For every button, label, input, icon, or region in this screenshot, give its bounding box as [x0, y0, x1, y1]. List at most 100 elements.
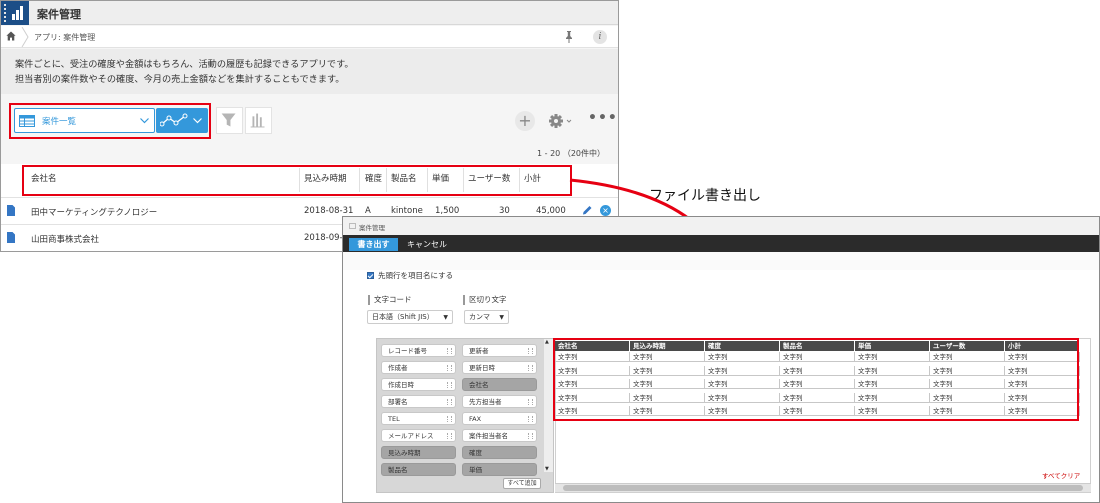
info-icon[interactable]: i: [593, 30, 607, 44]
add-all-button[interactable]: すべて追加: [503, 478, 541, 489]
field-button[interactable]: 確度: [462, 446, 537, 459]
caret-down-icon: ▼: [443, 314, 448, 321]
field-button[interactable]: 見込み時期: [381, 446, 456, 459]
field-button-label: FAX: [469, 415, 482, 423]
export-button[interactable]: 書き出す: [349, 238, 398, 251]
field-button[interactable]: メールアドレス: [381, 429, 456, 442]
delimiter-label: 区切り文字: [463, 295, 507, 305]
field-button[interactable]: 更新日時: [462, 361, 537, 374]
field-button-label: レコード番号: [388, 347, 427, 355]
document-icon[interactable]: [7, 205, 15, 216]
field-button-label: 先方担当者: [469, 398, 502, 406]
settings-button[interactable]: [548, 112, 574, 130]
drag-handle-icon[interactable]: [528, 365, 533, 371]
column-header-highlight: [22, 165, 572, 196]
field-button-label: 確度: [469, 449, 482, 457]
field-button[interactable]: 作成日時: [381, 378, 456, 391]
caret-down-icon: ▼: [499, 314, 504, 321]
field-button-label: メールアドレス: [388, 432, 434, 440]
cell-company: 山田商事株式会社: [31, 235, 100, 245]
field-button[interactable]: 作成者: [381, 361, 456, 374]
field-button[interactable]: 製品名: [381, 463, 456, 476]
drag-handle-icon[interactable]: [447, 433, 452, 439]
field-button[interactable]: 更新者: [462, 344, 537, 357]
app-icon: [1, 1, 29, 25]
filter-button[interactable]: [216, 107, 243, 134]
app-description: 案件ごとに、受注の確度や金額はもちろん、活動の履歴も記録できるアプリです。 担当…: [1, 49, 618, 94]
drag-handle-icon[interactable]: [528, 348, 533, 354]
pin-icon[interactable]: [564, 30, 574, 44]
grid-icon: [19, 115, 35, 127]
delimiter-value: カンマ: [469, 313, 490, 321]
drag-handle-icon[interactable]: [447, 365, 452, 371]
dialog-title: 案件管理: [359, 224, 385, 232]
home-icon[interactable]: [6, 31, 16, 41]
graph-button[interactable]: [245, 107, 272, 134]
more-icon[interactable]: •••: [588, 111, 617, 128]
drag-handle-icon[interactable]: [528, 416, 533, 422]
drag-handle-icon[interactable]: [528, 433, 533, 439]
field-button-label: 作成者: [388, 364, 408, 372]
field-button-label: 更新日時: [469, 364, 495, 372]
scroll-up-icon[interactable]: ▲: [545, 339, 549, 345]
field-button-label: 更新者: [469, 347, 489, 355]
cell-users: 30: [499, 206, 510, 216]
add-record-button[interactable]: +: [515, 111, 535, 131]
field-button-label: 部署名: [388, 398, 408, 406]
cancel-button[interactable]: キャンセル: [407, 239, 447, 250]
clear-all-link[interactable]: すべてクリア: [1042, 470, 1080, 480]
cell-product: kintone: [391, 206, 423, 216]
drag-handle-icon[interactable]: [447, 399, 452, 405]
app-window: 案件管理 アプリ: 案件管理 i 案件ごとに、受注の確度や金額はもちろん、活動の…: [0, 0, 619, 252]
pagination-info: 1 - 20 （20件中）: [537, 149, 605, 158]
charset-value: 日本語（Shift JIS）: [372, 313, 434, 321]
drag-handle-icon[interactable]: [447, 348, 452, 354]
export-dialog: 案件管理 書き出す キャンセル 先頭行を項目名にする 文字コード 日本語（Shi…: [342, 216, 1100, 503]
view-select[interactable]: 案件一覧: [14, 108, 155, 133]
field-button[interactable]: 単価: [462, 463, 537, 476]
breadcrumb[interactable]: アプリ: 案件管理: [34, 32, 95, 43]
charset-label: 文字コード: [368, 295, 412, 305]
breadcrumb-separator-icon: [21, 27, 29, 47]
drag-handle-icon[interactable]: [447, 416, 452, 422]
graph-select-button[interactable]: [156, 108, 208, 133]
field-button-label: 単価: [469, 466, 482, 474]
app-header: 案件管理: [1, 1, 618, 25]
header-row-checkbox-label[interactable]: 先頭行を項目名にする: [378, 270, 453, 281]
field-button[interactable]: 部署名: [381, 395, 456, 408]
field-button[interactable]: 案件担当者名: [462, 429, 537, 442]
preview-highlight: [553, 338, 1079, 421]
bar-chart-icon: [250, 113, 265, 128]
filter-icon: [221, 113, 236, 127]
view-select-label: 案件一覧: [42, 117, 77, 127]
field-button[interactable]: 会社名: [462, 378, 537, 391]
cell-date: 2018-08-31: [304, 206, 354, 216]
breadcrumb-bar: アプリ: 案件管理 i: [1, 26, 618, 48]
delimiter-select[interactable]: カンマ ▼: [464, 310, 509, 324]
field-button[interactable]: FAX: [462, 412, 537, 425]
description-line: 担当者別の案件数やその確度、今月の売上金額などを集計することもできます。: [15, 74, 345, 85]
dialog-toolbar: [343, 235, 1099, 252]
field-button-label: 見込み時期: [388, 449, 421, 457]
preview-scrollbar[interactable]: [555, 483, 1091, 492]
description-line: 案件ごとに、受注の確度や金額はもちろん、活動の履歴も記録できるアプリです。: [15, 59, 354, 70]
charset-select[interactable]: 日本語（Shift JIS） ▼: [367, 310, 453, 324]
scroll-down-icon[interactable]: ▼: [545, 466, 549, 472]
field-button[interactable]: レコード番号: [381, 344, 456, 357]
document-icon[interactable]: [7, 232, 15, 243]
app-title: 案件管理: [37, 8, 81, 21]
field-list-scrollbar[interactable]: ▲ ▼: [544, 339, 553, 472]
field-button[interactable]: 先方担当者: [462, 395, 537, 408]
cell-certainty: A: [365, 206, 371, 216]
gear-icon: [549, 114, 572, 128]
drag-handle-icon[interactable]: [528, 399, 533, 405]
app-icon: [349, 223, 356, 229]
field-button-label: 作成日時: [388, 381, 414, 389]
header-row-checkbox[interactable]: [367, 272, 374, 279]
field-button[interactable]: TEL: [381, 412, 456, 425]
dialog-titlebar: 案件管理: [343, 217, 1099, 235]
line-chart-icon: [160, 113, 188, 127]
field-button-label: 製品名: [388, 466, 408, 474]
chevron-down-icon: [140, 118, 149, 124]
drag-handle-icon[interactable]: [447, 382, 452, 388]
